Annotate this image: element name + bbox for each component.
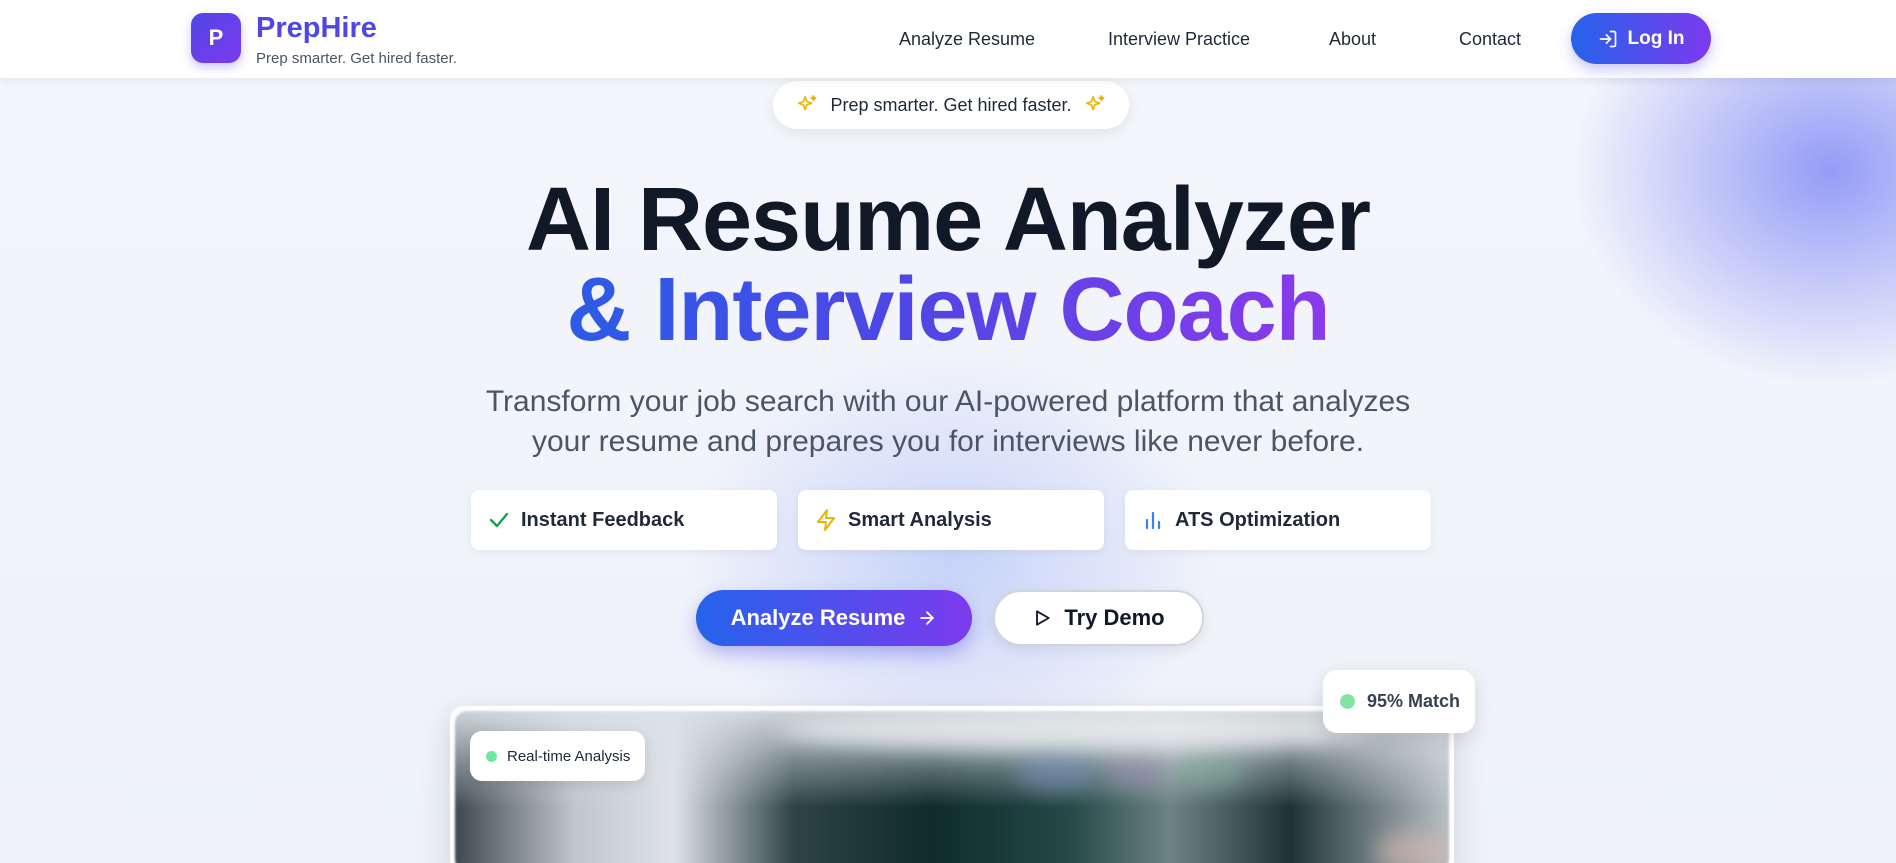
status-dot-icon: [1340, 694, 1355, 709]
sparkles-icon: [1084, 94, 1106, 116]
brand-tagline: Prep smarter. Get hired faster.: [256, 50, 457, 67]
nav-link-analyze-resume[interactable]: Analyze Resume: [899, 29, 1035, 50]
login-label: Log In: [1627, 27, 1685, 49]
logo-icon[interactable]: P: [191, 13, 241, 63]
hero-subtitle-line1: Transform your job search with our AI-po…: [485, 385, 1411, 418]
log-in-icon: [1598, 29, 1618, 49]
nav-link-contact[interactable]: Contact: [1459, 29, 1521, 50]
analyze-resume-button[interactable]: Analyze Resume: [696, 590, 972, 646]
feature-label: ATS Optimization: [1175, 508, 1341, 531]
feature-card-smart-analysis: Smart Analysis: [798, 490, 1104, 550]
try-demo-label: Try Demo: [1064, 605, 1165, 630]
feature-label: Instant Feedback: [521, 508, 685, 531]
preview-image-frame: [450, 706, 1454, 863]
tagline-pill-text: Prep smarter. Get hired faster.: [830, 94, 1072, 115]
try-demo-button[interactable]: Try Demo: [993, 590, 1204, 646]
check-icon: [487, 508, 511, 532]
brand-name[interactable]: PrepHire: [256, 12, 377, 45]
zap-icon: [814, 508, 838, 532]
status-dot-icon: [486, 750, 497, 762]
realtime-analysis-badge: Real-time Analysis: [470, 731, 645, 781]
tagline-pill: Prep smarter. Get hired faster.: [773, 81, 1129, 129]
nav-link-interview-practice[interactable]: Interview Practice: [1108, 29, 1250, 50]
match-score-label: 95% Match: [1367, 691, 1461, 711]
hero-subtitle-line2: your resume and prepares you for intervi…: [531, 425, 1365, 458]
logo-letter: P: [208, 25, 224, 50]
login-button[interactable]: Log In: [1571, 13, 1711, 64]
play-icon: [1032, 608, 1052, 628]
realtime-analysis-label: Real-time Analysis: [507, 747, 631, 765]
match-score-badge: 95% Match: [1323, 670, 1475, 733]
bar-chart-icon: [1141, 508, 1165, 532]
feature-card-ats-optimization: ATS Optimization: [1125, 490, 1431, 550]
hero-title-line1: AI Resume Analyzer: [526, 170, 1371, 270]
feature-card-instant-feedback: Instant Feedback: [471, 490, 777, 550]
hero-title-line2: & Interview Coach: [0, 260, 1896, 360]
hero-title-line2-text: & Interview Coach: [566, 260, 1330, 360]
feature-label: Smart Analysis: [848, 508, 992, 531]
nav-link-about[interactable]: About: [1329, 29, 1376, 50]
analyze-resume-label: Analyze Resume: [730, 605, 906, 630]
arrow-right-icon: [917, 608, 937, 628]
top-navbar: P PrepHire Prep smarter. Get hired faste…: [0, 0, 1896, 78]
sparkles-icon: [796, 94, 818, 116]
